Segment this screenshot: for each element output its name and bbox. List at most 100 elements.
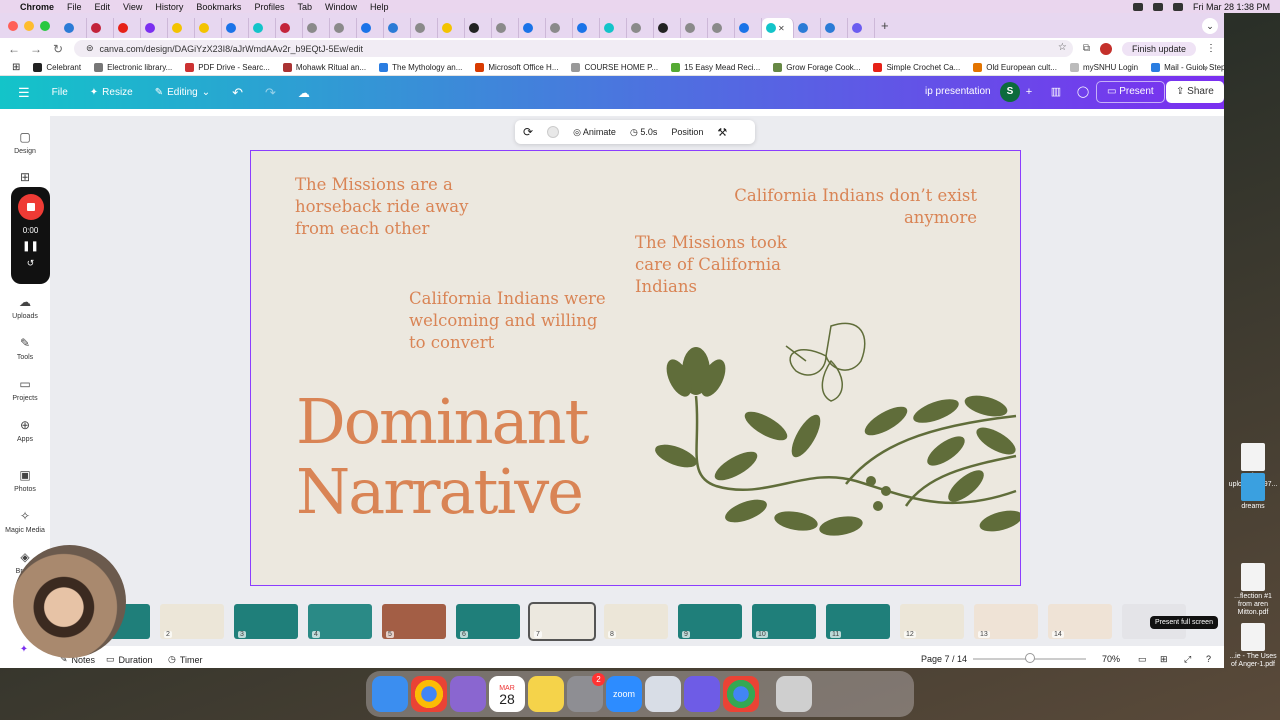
close-window-icon[interactable] — [8, 20, 18, 31]
maximize-window-icon[interactable] — [40, 20, 50, 31]
page-thumbnail[interactable]: 12 — [900, 604, 964, 639]
browser-tab[interactable] — [114, 18, 141, 38]
profile-icon[interactable] — [1099, 42, 1112, 55]
sidebar-item-tools[interactable]: ✎ Tools — [0, 336, 50, 361]
finish-update-button[interactable]: Finish update — [1121, 41, 1196, 56]
browser-tab[interactable] — [411, 18, 438, 38]
page-thumbnail[interactable]: 6 — [456, 604, 520, 639]
zoom-slider-handle[interactable] — [1025, 653, 1035, 663]
reload-icon[interactable]: ↻ — [52, 42, 64, 56]
browser-tab[interactable] — [222, 18, 249, 38]
site-info-icon[interactable]: ⊜ — [86, 43, 94, 54]
browser-tab[interactable] — [276, 18, 303, 38]
sidebar-item-apps[interactable]: ⊕ Apps — [0, 418, 50, 443]
stop-recording-button[interactable] — [17, 194, 44, 220]
preview-icon[interactable] — [645, 676, 681, 712]
add-collaborator-icon[interactable]: + — [1020, 83, 1038, 101]
control-center-icon[interactable] — [1132, 2, 1143, 11]
bookmark-item[interactable]: PDF Drive - Searc... — [185, 62, 270, 72]
menu-tab[interactable]: Tab — [297, 2, 312, 12]
restart-icon[interactable]: ↺ — [11, 258, 50, 269]
slide-text-missions-care[interactable]: The Missions took care of California Ind… — [635, 232, 805, 298]
browser-tab[interactable] — [87, 18, 114, 38]
sidebar-item-photos[interactable]: ▣ Photos — [0, 468, 50, 493]
search-icon[interactable] — [1172, 2, 1183, 11]
wifi-icon[interactable] — [1152, 2, 1163, 11]
page-indicator[interactable]: Page 7 / 14 — [921, 654, 967, 664]
present-button[interactable]: ▭ Present — [1096, 81, 1165, 103]
rotate-icon[interactable]: ⟳ — [523, 125, 533, 139]
minimize-window-icon[interactable] — [24, 20, 34, 31]
calendar-icon[interactable]: MAR 28 — [489, 676, 525, 712]
bookmark-item[interactable]: The Mythology an... — [379, 62, 462, 72]
browser-tab[interactable] — [681, 18, 708, 38]
bookmark-item[interactable]: Mohawk Ritual an... — [282, 62, 366, 72]
browser-tab[interactable] — [168, 18, 195, 38]
browser-tab[interactable] — [546, 18, 573, 38]
launchpad-icon[interactable] — [450, 676, 486, 712]
slide-heading[interactable]: Dominant Narrative — [296, 387, 589, 527]
clock[interactable]: Fri Mar 28 1:38 PM — [1193, 2, 1270, 12]
browser-tab[interactable] — [794, 18, 821, 38]
grid-view-icon[interactable]: ⊞ — [1160, 654, 1168, 665]
page-thumbnail[interactable]: 5 — [382, 604, 446, 639]
finder-icon[interactable] — [372, 676, 408, 712]
app-icon[interactable] — [684, 676, 720, 712]
tab-search-icon[interactable]: ⌄ — [1202, 18, 1218, 34]
page-thumbnail[interactable]: 8 — [604, 604, 668, 639]
browser-tab[interactable] — [60, 18, 87, 38]
bookmark-item[interactable]: Old European cult... — [973, 62, 1057, 72]
bookmark-item[interactable]: Grow Forage Cook... — [773, 62, 860, 72]
sidebar-item-design[interactable]: ▢ Design — [0, 130, 50, 155]
pause-icon[interactable]: ❚❚ — [11, 241, 50, 252]
menu-app[interactable]: Chrome — [20, 2, 54, 12]
chrome-icon[interactable] — [411, 676, 447, 712]
zoom-app-icon[interactable]: zoom — [606, 676, 642, 712]
paint-format-icon[interactable]: ⚒ — [717, 126, 727, 139]
browser-tab[interactable] — [384, 18, 411, 38]
slide-text-missions-distance[interactable]: The Missions are a horseback ride away f… — [295, 174, 495, 240]
share-button[interactable]: ⇪ Share — [1166, 81, 1224, 103]
browser-tab-active[interactable]: ✕ — [762, 18, 794, 38]
zoom-level[interactable]: 70% — [1102, 654, 1120, 664]
page-thumbnail[interactable]: 14 — [1048, 604, 1112, 639]
menu-view[interactable]: View — [123, 2, 142, 12]
browser-tab[interactable] — [438, 18, 465, 38]
editing-mode-dropdown[interactable]: ✎ Editing ⌄ — [155, 87, 210, 98]
page-thumbnail[interactable]: 13 — [974, 604, 1038, 639]
design-title[interactable]: ip presentation — [925, 86, 991, 97]
page-thumbnail[interactable]: 2 — [160, 604, 224, 639]
duration-button[interactable]: ◷ 5.0s — [630, 127, 657, 138]
timer-button[interactable]: ◷ Timer — [168, 654, 203, 665]
page-thumbnail[interactable]: 3 — [234, 604, 298, 639]
slide-canvas[interactable]: The Missions are a horseback ride away f… — [250, 150, 1021, 586]
comment-icon[interactable]: ◯ — [1074, 83, 1092, 101]
menu-history[interactable]: History — [155, 2, 183, 12]
page-view-icon[interactable]: ▭ — [1138, 654, 1147, 665]
browser-tab[interactable] — [519, 18, 546, 38]
browser-tab[interactable] — [735, 18, 762, 38]
browser-tab[interactable] — [627, 18, 654, 38]
apps-grid-icon[interactable]: ⊞ — [12, 62, 20, 73]
browser-tab[interactable] — [303, 18, 330, 38]
bookmark-item[interactable]: Electronic library... — [94, 62, 172, 72]
sidebar-item-projects[interactable]: ▭ Projects — [0, 377, 50, 402]
bookmark-item[interactable]: mySNHU Login — [1069, 62, 1138, 72]
menu-hamburger-icon[interactable]: ☰ — [18, 85, 30, 101]
desktop-file[interactable]: ...flection #1 from aren Mitton.pdf — [1228, 563, 1278, 617]
desktop-file[interactable]: ...ie - The Uses of Anger-1.pdf — [1228, 623, 1278, 669]
resize-button[interactable]: ✦ Resize — [90, 87, 133, 98]
browser-tab[interactable] — [195, 18, 222, 38]
menu-file[interactable]: File — [67, 2, 82, 12]
undo-icon[interactable]: ↶ — [232, 85, 243, 101]
browser-tab[interactable] — [600, 18, 627, 38]
insights-chart-icon[interactable]: ▥ — [1047, 83, 1065, 101]
color-swatch[interactable] — [547, 126, 560, 138]
sidebar-item-uploads[interactable]: ☁ Uploads — [0, 295, 50, 320]
desktop-file[interactable]: dreams — [1228, 473, 1278, 511]
slide-text-indians-welcoming[interactable]: California Indians were welcoming and wi… — [409, 288, 609, 354]
page-thumbnail[interactable]: 11 — [826, 604, 890, 639]
cloud-save-icon[interactable]: ☁ — [298, 86, 310, 100]
browser-tab[interactable] — [848, 18, 875, 38]
menu-help[interactable]: Help — [370, 2, 389, 12]
